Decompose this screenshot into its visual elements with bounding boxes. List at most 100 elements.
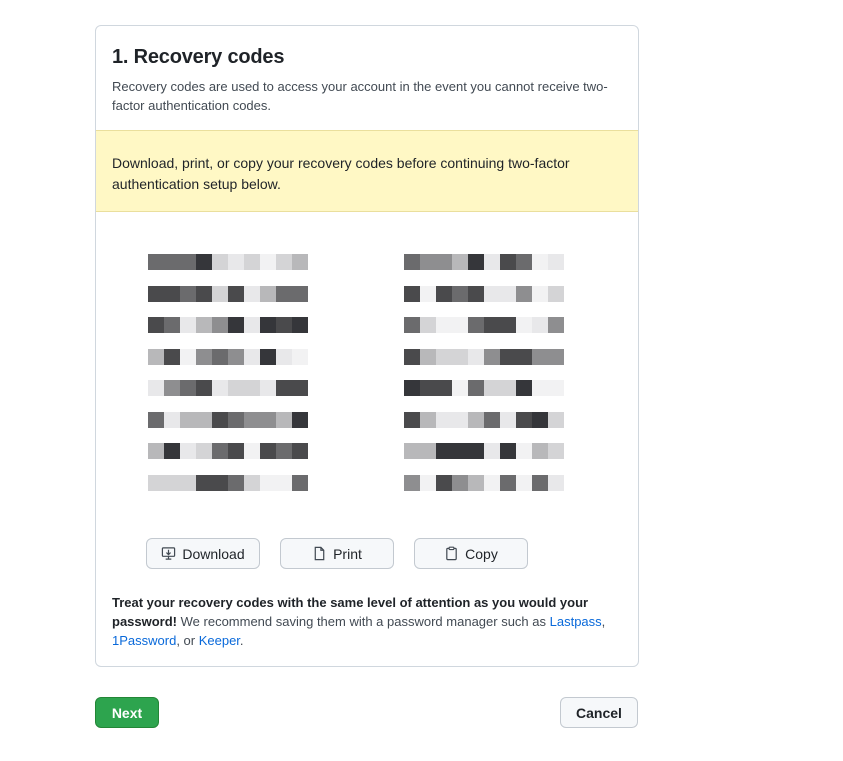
code-pixel [228, 411, 244, 428]
code-pixel [532, 285, 548, 302]
code-pixel [548, 380, 564, 396]
code-pixel [484, 443, 500, 459]
1password-link[interactable]: 1Password [112, 633, 176, 648]
code-pixel [452, 411, 468, 428]
code-pixel [500, 411, 516, 428]
download-button[interactable]: Download [146, 538, 260, 569]
code-pixel [436, 474, 452, 491]
code-pixel [180, 443, 196, 459]
code-pixel [244, 348, 260, 365]
code-pixel [404, 411, 420, 428]
next-button[interactable]: Next [95, 697, 159, 728]
code-pixel [532, 380, 548, 396]
cancel-button[interactable]: Cancel [560, 697, 638, 728]
code-pixel [532, 317, 548, 333]
code-pixel [404, 254, 420, 270]
code-pixel [420, 443, 436, 459]
recovery-code [404, 348, 569, 365]
code-pixel [548, 411, 564, 428]
code-pixel [420, 317, 436, 333]
code-pixel [260, 474, 276, 491]
code-pixel [164, 348, 180, 365]
copy-button[interactable]: Copy [414, 538, 528, 569]
code-pixel [244, 443, 260, 459]
code-pixel [212, 380, 228, 396]
code-pixel [516, 254, 532, 270]
code-pixel [420, 348, 436, 365]
recovery-code [148, 474, 313, 491]
code-pixel [484, 285, 500, 302]
code-pixel [196, 348, 212, 365]
recovery-code [148, 411, 313, 428]
recovery-code [404, 411, 569, 428]
code-pixel [164, 411, 180, 428]
code-pixel [180, 411, 196, 428]
storage-advice: Treat your recovery codes with the same … [112, 593, 622, 650]
code-pixel [500, 348, 516, 365]
code-pixel [228, 317, 244, 333]
code-pixel [292, 474, 308, 491]
print-button[interactable]: Print [280, 538, 394, 569]
code-pixel [404, 443, 420, 459]
code-pixel [228, 285, 244, 302]
code-pixel [180, 254, 196, 270]
code-pixel [164, 474, 180, 491]
code-pixel [404, 474, 420, 491]
code-pixel [452, 254, 468, 270]
code-pixel [404, 380, 420, 396]
code-pixel [420, 474, 436, 491]
code-pixel [436, 285, 452, 302]
recovery-code [148, 443, 313, 459]
code-pixel [500, 317, 516, 333]
lastpass-link[interactable]: Lastpass [550, 614, 602, 629]
codes-column-right [404, 254, 569, 506]
code-pixel [468, 474, 484, 491]
code-pixel [260, 443, 276, 459]
code-pixel [212, 348, 228, 365]
code-pixel [516, 474, 532, 491]
print-label: Print [333, 545, 362, 562]
keeper-link[interactable]: Keeper [199, 633, 240, 648]
card-description: Recovery codes are used to access your a… [112, 79, 608, 113]
code-pixel [468, 443, 484, 459]
code-pixel [228, 348, 244, 365]
copy-label: Copy [465, 545, 498, 562]
code-pixel [276, 380, 292, 396]
code-pixel [180, 317, 196, 333]
code-pixel [404, 348, 420, 365]
code-pixel [548, 443, 564, 459]
code-pixel [500, 254, 516, 270]
code-pixel [148, 474, 164, 491]
code-pixel [292, 380, 308, 396]
download-label: Download [182, 545, 245, 562]
code-pixel [244, 254, 260, 270]
code-pixel [516, 348, 532, 365]
code-pixel [452, 317, 468, 333]
code-pixel [260, 380, 276, 396]
code-pixel [516, 285, 532, 302]
recovery-code [148, 254, 313, 270]
code-pixel [436, 254, 452, 270]
code-pixel [484, 254, 500, 270]
code-pixel [532, 443, 548, 459]
code-pixel [212, 411, 228, 428]
code-pixel [164, 317, 180, 333]
code-pixel [212, 285, 228, 302]
code-pixel [452, 380, 468, 396]
code-pixel [404, 317, 420, 333]
code-pixel [548, 254, 564, 270]
code-pixel [468, 348, 484, 365]
code-pixel [276, 474, 292, 491]
code-pixel [420, 285, 436, 302]
code-pixel [260, 317, 276, 333]
code-pixel [452, 474, 468, 491]
advice-sep-1: , [601, 614, 606, 629]
code-pixel [148, 254, 164, 270]
code-pixel [196, 474, 212, 491]
code-pixel [516, 411, 532, 428]
code-pixel [148, 380, 164, 396]
code-pixel [180, 474, 196, 491]
code-pixel [500, 474, 516, 491]
code-pixel [436, 348, 452, 365]
recovery-code [148, 348, 313, 365]
